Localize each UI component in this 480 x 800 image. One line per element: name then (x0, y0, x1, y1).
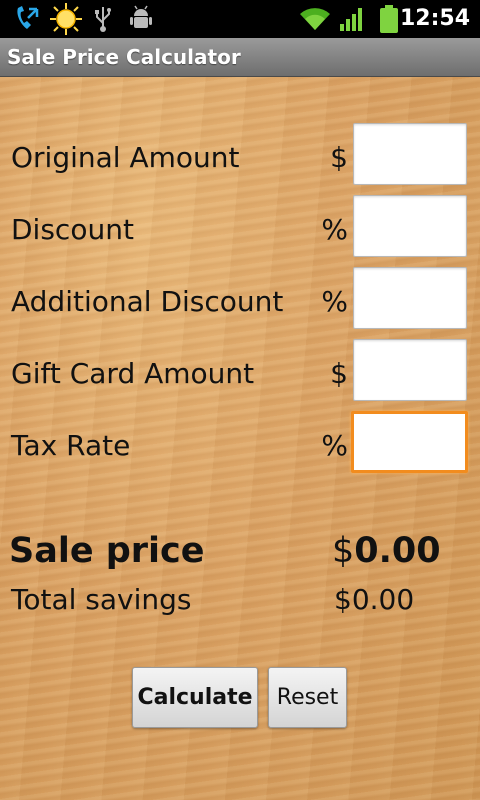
calculate-button[interactable]: Calculate (132, 667, 258, 728)
discount-label: Discount (11, 213, 134, 246)
gift-card-amount-label: Gift Card Amount (11, 357, 255, 390)
signal-icon (338, 4, 366, 34)
discount-unit: % (321, 213, 348, 246)
additional-discount-input[interactable] (353, 267, 467, 329)
tax-rate-label: Tax Rate (11, 429, 131, 462)
additional-discount-unit: % (321, 285, 348, 318)
status-bar: 12:54 (0, 0, 480, 38)
discount-input[interactable] (353, 195, 467, 257)
sale-price-value: $0.00 (332, 531, 441, 571)
sun-weather-icon (48, 3, 84, 35)
reset-button[interactable]: Reset (268, 667, 347, 728)
android-debug-icon (128, 4, 154, 34)
usb-icon (92, 4, 114, 34)
tax-rate-unit: % (321, 429, 348, 462)
app-title: Sale Price Calculator (7, 45, 241, 69)
sale-price-amount: 0.00 (354, 531, 441, 571)
original-amount-label: Original Amount (11, 141, 240, 174)
clock-time: 12:54 (399, 6, 470, 31)
total-savings-label: Total savings (11, 583, 192, 616)
gift-card-amount-input[interactable] (353, 339, 467, 401)
original-amount-unit: $ (330, 141, 348, 174)
total-savings-value: $0.00 (334, 583, 415, 616)
phone-call-icon (12, 4, 42, 34)
original-amount-input[interactable] (353, 123, 467, 185)
sale-price-currency: $ (332, 531, 355, 571)
wifi-icon (298, 4, 332, 34)
sale-price-label: Sale price (9, 531, 205, 571)
gift-card-amount-unit: $ (330, 357, 348, 390)
additional-discount-label: Additional Discount (11, 285, 284, 318)
tax-rate-input[interactable] (351, 411, 468, 473)
app-title-bar: Sale Price Calculator (0, 38, 480, 77)
battery-icon (378, 4, 400, 34)
